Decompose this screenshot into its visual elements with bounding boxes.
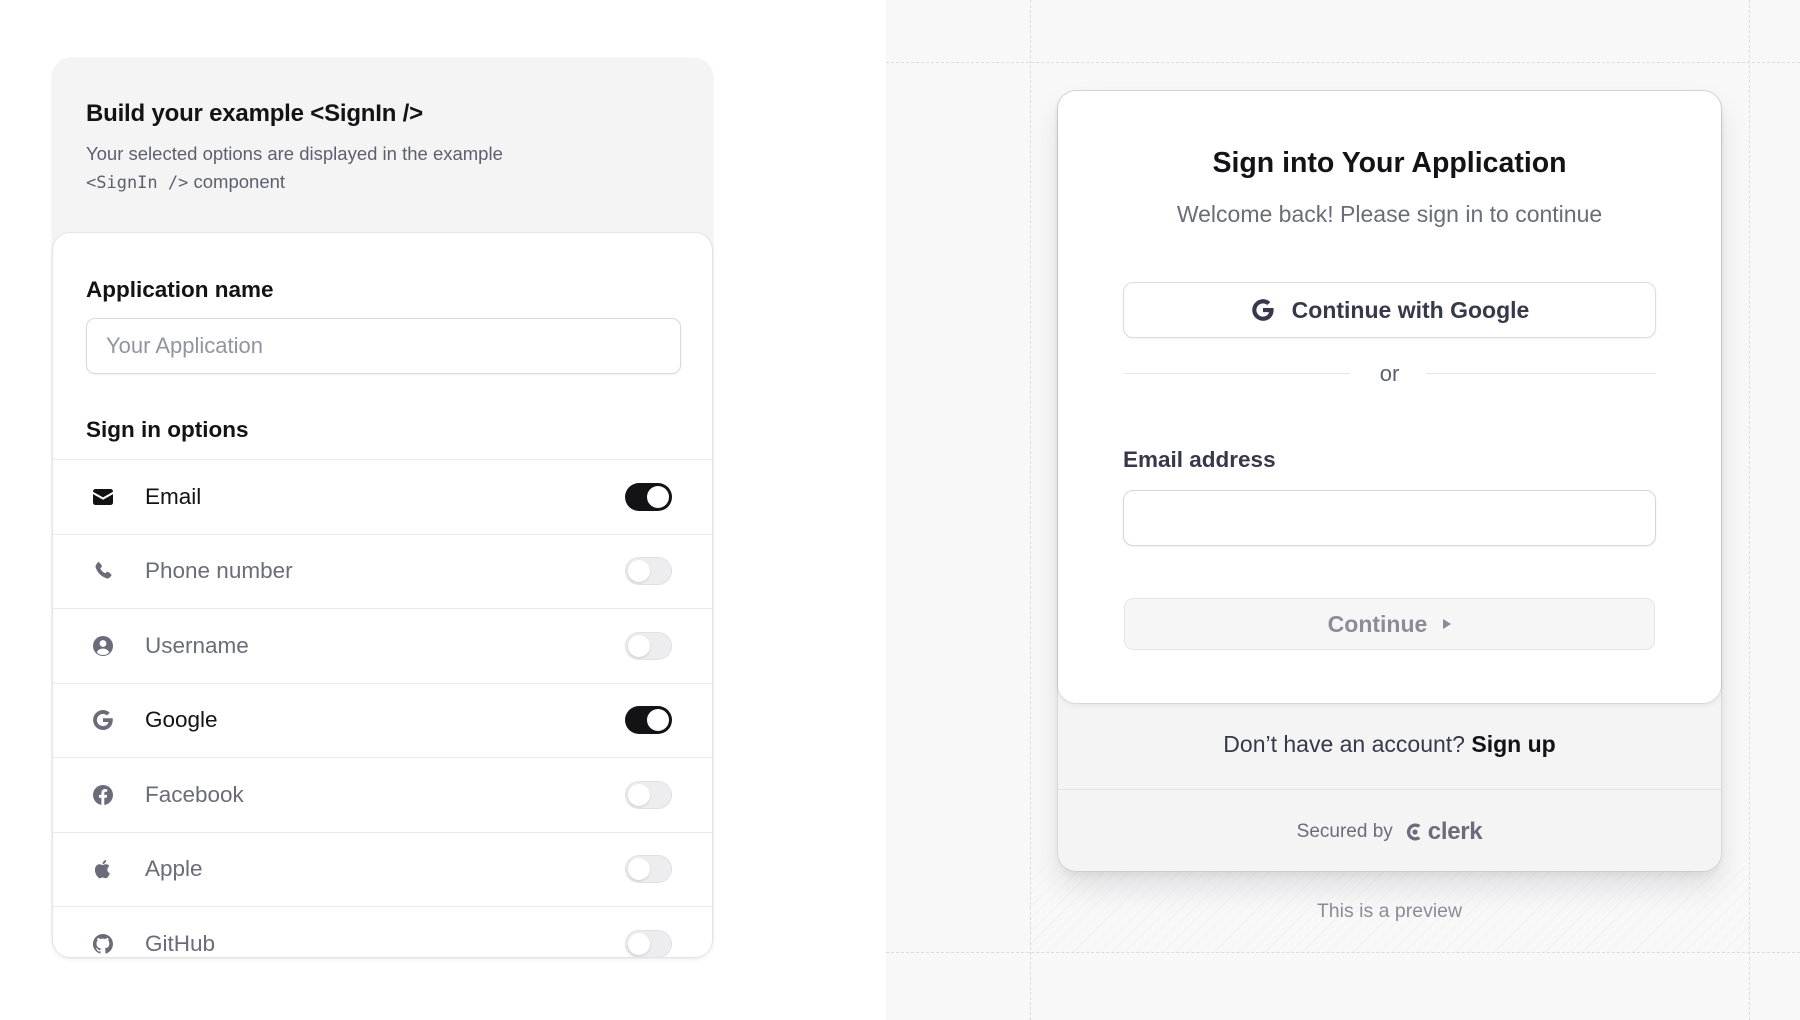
builder-description: Your selected options are displayed in t…: [86, 140, 679, 197]
continue-with-google-button[interactable]: Continue with Google: [1123, 282, 1656, 338]
github-icon: [90, 931, 116, 957]
option-row-apple[interactable]: Apple: [53, 831, 712, 907]
google-icon: [90, 707, 116, 733]
email-address-label: Email address: [1123, 447, 1276, 472]
toggle-knob: [647, 709, 669, 732]
builder-description-code: <SignIn />: [86, 173, 189, 193]
builder-description-suffix: component: [193, 171, 286, 192]
guide-line: [1749, 0, 1750, 1020]
footer-divider: [1058, 789, 1721, 790]
secured-by-text: Secured by: [1296, 821, 1393, 842]
google-toggle[interactable]: [625, 706, 672, 735]
signup-footer: Don’t have an account? Sign up: [1058, 731, 1721, 758]
option-row-google[interactable]: Google: [53, 682, 712, 758]
option-label: Phone number: [145, 558, 293, 584]
option-label: GitHub: [145, 930, 216, 956]
option-label: Username: [145, 632, 249, 658]
apple-toggle[interactable]: [625, 855, 672, 884]
email-address-input[interactable]: [1123, 490, 1656, 546]
facebook-toggle[interactable]: [625, 780, 672, 809]
phone-toggle[interactable]: [625, 557, 672, 586]
option-row-email[interactable]: Email: [53, 459, 712, 534]
toggle-knob: [628, 783, 650, 806]
sign-in-options-list: Email Phone number Username Google Faceb…: [53, 459, 712, 957]
sign-in-subtitle: Welcome back! Please sign in to continue: [1176, 201, 1603, 227]
sign-in-card: Sign into Your Application Welcome back!…: [1058, 91, 1721, 703]
sign-in-title: Sign into Your Application: [1212, 147, 1567, 179]
guide-line: [886, 952, 1800, 953]
option-label: Apple: [145, 856, 203, 882]
option-label: Email: [145, 483, 202, 509]
builder-description-text: Your selected options are displayed in t…: [86, 143, 503, 164]
guide-line: [1030, 0, 1031, 1020]
sign-in-preview: Sign into Your Application Welcome back!…: [1058, 91, 1721, 871]
or-divider: or: [1123, 353, 1656, 393]
continue-button-label: Continue: [1327, 610, 1428, 637]
signup-prompt: Don’t have an account?: [1223, 731, 1465, 757]
github-toggle[interactable]: [625, 929, 672, 957]
play-arrow-icon: [1443, 619, 1452, 629]
builder-panel: Build your example <SignIn /> Your selec…: [52, 58, 713, 958]
mail-icon: [90, 484, 116, 510]
option-row-username[interactable]: Username: [53, 608, 712, 683]
option-label: Google: [145, 707, 218, 733]
builder-title: Build your example <SignIn />: [86, 100, 423, 127]
option-label: Facebook: [145, 781, 244, 807]
app-name-input[interactable]: [86, 318, 681, 374]
builder-header: Build your example <SignIn /> Your selec…: [52, 58, 713, 197]
google-icon: [1251, 299, 1274, 321]
facebook-icon: [90, 782, 116, 808]
toggle-knob: [628, 560, 650, 583]
toggle-knob: [628, 932, 650, 955]
clerk-logo-icon: [1406, 823, 1421, 841]
clerk-wordmark: clerk: [1427, 818, 1483, 845]
toggle-knob: [628, 858, 650, 881]
clerk-logo: clerk: [1405, 818, 1483, 846]
app-name-label: Application name: [86, 277, 274, 302]
email-toggle[interactable]: [625, 482, 672, 511]
user-circle-icon: [90, 633, 116, 659]
apple-icon: [90, 856, 116, 882]
guide-line: [886, 62, 1800, 63]
google-button-label: Continue with Google: [1291, 296, 1530, 323]
builder-options-card: Application name Sign in options Email P…: [52, 232, 713, 958]
continue-button[interactable]: Continue: [1124, 598, 1655, 650]
secured-by: Secured by clerk: [1058, 818, 1721, 846]
phone-icon: [90, 558, 116, 584]
option-row-phone[interactable]: Phone number: [53, 533, 712, 609]
signup-link[interactable]: Sign up: [1471, 731, 1555, 757]
toggle-knob: [628, 634, 650, 657]
option-row-facebook[interactable]: Facebook: [53, 757, 712, 832]
preview-note: This is a preview: [1316, 900, 1463, 922]
option-row-github[interactable]: GitHub: [53, 906, 712, 957]
or-text: or: [1379, 361, 1400, 386]
username-toggle[interactable]: [625, 631, 672, 660]
toggle-knob: [647, 485, 669, 508]
sign-in-options-label: Sign in options: [86, 417, 249, 442]
